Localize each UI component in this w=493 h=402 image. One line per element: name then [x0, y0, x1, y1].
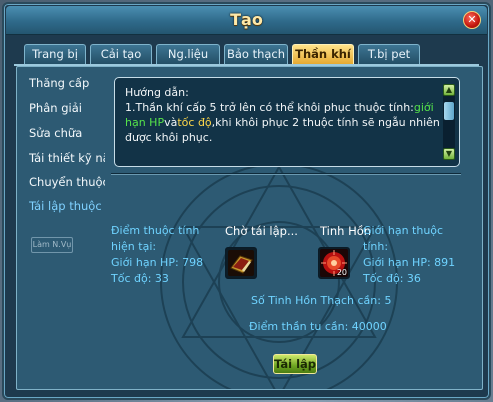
menu-item-thang-cap[interactable]: Thăng cấp	[29, 73, 105, 93]
result-hp: Giới hạn HP: 891	[363, 256, 456, 269]
guide-heading: Hướng dẫn:	[125, 86, 189, 99]
craft-window: Tạo ✕ Trang bị Cải tạo Ng.liệu Bảo thạch…	[2, 2, 491, 400]
scroll-thumb[interactable]	[444, 102, 454, 120]
required-points: Điểm thần tu cần: 40000	[249, 320, 387, 333]
close-button[interactable]: ✕	[463, 11, 481, 29]
content-panel: Thăng cấp Phân giải Sửa chữa Tái thiết k…	[16, 66, 483, 390]
scroll-down-icon[interactable]: ▼	[443, 148, 455, 160]
tab-trang-bi[interactable]: Trang bị	[24, 44, 86, 64]
current-speed: Tốc độ: 33	[111, 272, 169, 285]
side-menu: Thăng cấp Phân giải Sửa chữa Tái thiết k…	[17, 67, 105, 389]
current-stats: Điểm thuộc tính hiện tại: Giới hạn HP: 7…	[111, 223, 203, 287]
title-bar[interactable]: Tạo ✕	[6, 6, 487, 35]
item-slot-label: Chờ tái lập...	[225, 224, 298, 238]
tab-than-khi[interactable]: Thần khí	[292, 44, 354, 64]
menu-item-sua-chua[interactable]: Sửa chữa	[29, 123, 105, 143]
window-title: Tạo	[230, 10, 263, 29]
section-divider	[111, 173, 461, 174]
guide-body: 1.Thần khí cấp 5 trở lên có thể khôi phụ…	[125, 100, 441, 145]
tab-bao-thach[interactable]: Bảo thạch	[224, 44, 288, 64]
guide-highlight-speed: tốc độ	[177, 116, 212, 129]
item-slot[interactable]	[225, 247, 257, 279]
menu-item-phan-giai[interactable]: Phân giải	[29, 98, 105, 118]
guide-joiner: và	[164, 116, 178, 129]
tab-cai-tao[interactable]: Cải tạo	[90, 44, 152, 64]
scroll-up-icon[interactable]: ▲	[443, 84, 455, 96]
required-stones: Số Tinh Hồn Thạch cần: 5	[251, 294, 392, 307]
result-stats: Giới hạn thuộc tính: Giới hạn HP: 891 Tố…	[363, 223, 455, 287]
result-stats-title-1: Giới hạn thuộc	[363, 224, 444, 237]
current-stats-title-2: hiện tại:	[111, 240, 157, 253]
soul-stone-count: 20	[336, 268, 347, 277]
soul-stone-slot[interactable]: 20	[318, 247, 350, 279]
guide-text: Hướng dẫn: 1.Thần khí cấp 5 trở lên có t…	[125, 85, 441, 145]
background-task-button: Làm N.Vụ	[31, 237, 73, 253]
guide-scrollbar[interactable]: ▲ ▼	[443, 84, 455, 160]
reset-attributes-button[interactable]: Tái lập	[273, 354, 317, 374]
current-hp: Giới hạn HP: 798	[111, 256, 204, 269]
tab-ng-lieu[interactable]: Ng.liệu	[156, 44, 220, 64]
guide-line-prefix: 1.Thần khí cấp 5 trở lên có thể khôi phụ…	[125, 101, 414, 114]
result-stats-title-2: tính:	[363, 240, 389, 253]
menu-item-chuyen-thuoc-tinh[interactable]: Chuyển thuộc tính	[29, 172, 105, 192]
menu-item-tai-thiet-ky-nang[interactable]: Tái thiết kỹ năng	[29, 148, 105, 168]
current-stats-title-1: Điểm thuộc tính	[111, 224, 200, 237]
guide-box: Hướng dẫn: 1.Thần khí cấp 5 trở lên có t…	[114, 77, 460, 167]
result-speed: Tốc độ: 36	[363, 272, 421, 285]
tab-tb-pet[interactable]: T.bị pet	[358, 44, 420, 64]
menu-item-tai-lap-thuoc-tinh[interactable]: Tái lập thuộc tính	[29, 196, 105, 216]
weapon-book-icon	[228, 250, 254, 276]
